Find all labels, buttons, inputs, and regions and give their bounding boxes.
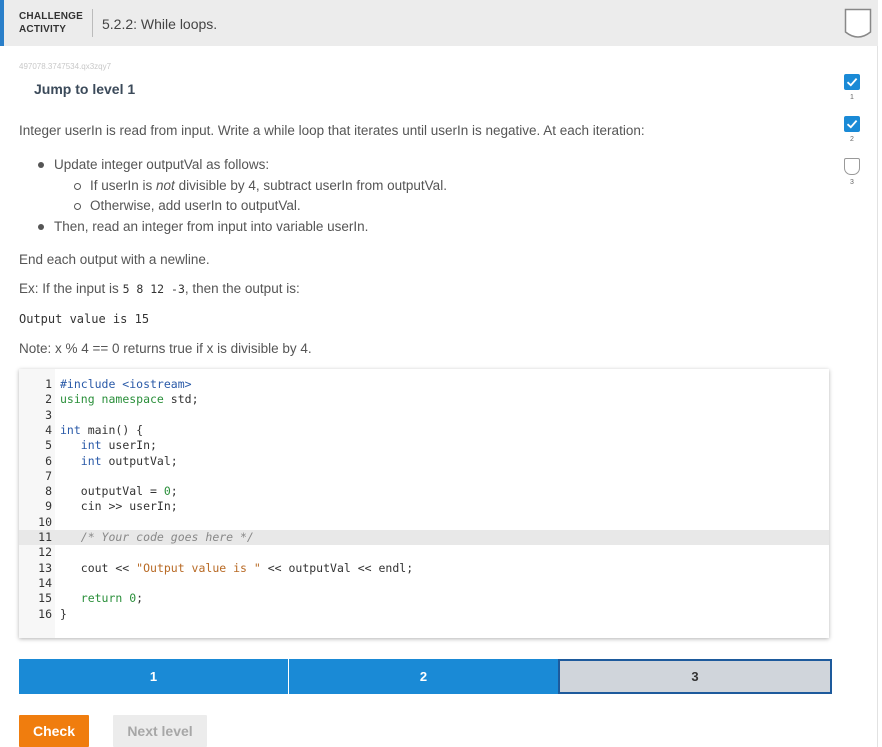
code-line: 9 cin >> userIn; (45, 499, 178, 514)
code-line: 3 (45, 407, 52, 422)
activity-title: 5.2.2: While loops. (102, 16, 218, 32)
sub-step-1-text: If userIn is (90, 177, 157, 193)
instruction-sublist: If userIn is not divisible by 4, subtrac… (54, 176, 447, 217)
code-line: 6 int outputVal; (45, 453, 178, 468)
sub-step-1-emphasis: not (156, 177, 175, 193)
expected-output: Output value is 15 (19, 312, 150, 326)
completion-badge-icon (844, 8, 872, 38)
next-level-button[interactable]: Next level (113, 715, 207, 747)
code-line: 2 using namespace std; (45, 392, 199, 407)
code-line: 12 (38, 545, 52, 560)
level-segment-3[interactable]: 3 (558, 659, 832, 694)
check-button[interactable]: Check (19, 715, 89, 747)
code-line: 16} (38, 606, 67, 621)
instructions-intro: Integer userIn is read from input. Write… (19, 123, 645, 138)
example-prefix: Ex: If the input is (19, 281, 123, 296)
check-icon (844, 74, 860, 90)
sub-step-2-text: Otherwise, add userIn to outputVal. (90, 198, 301, 213)
level-segment-1[interactable]: 1 (19, 659, 288, 694)
code-line-active[interactable]: 11 /* Your code goes here */ (19, 530, 829, 546)
code-line: 8 outputVal = 0; (45, 484, 178, 499)
code-line: 10 (38, 514, 52, 529)
level-number: 1 (850, 94, 854, 101)
incomplete-badge-icon (844, 158, 860, 175)
list-item: If userIn is not divisible by 4, subtrac… (72, 176, 447, 197)
modulo-note: Note: x % 4 == 0 returns true if x is di… (19, 341, 312, 356)
instruction-step-1: Update integer outputVal as follows: (54, 157, 270, 172)
example-text: Ex: If the input is 5 8 12 -3, then the … (19, 281, 300, 296)
example-input: 5 8 12 -3 (122, 282, 185, 296)
level-number: 3 (850, 179, 854, 186)
activity-code-id: 497078.3747534.qx3zqy7 (19, 62, 112, 71)
activity-header: CHALLENGE ACTIVITY 5.2.2: While loops. (0, 0, 878, 46)
level-segment-2[interactable]: 2 (289, 659, 558, 694)
code-line: 1 #include <iostream> (45, 377, 192, 391)
instruction-list: Update integer outputVal as follows: If … (36, 155, 447, 237)
code-line: 15 return 0; (38, 591, 144, 606)
code-line: 13 cout << "Output value is " << outputV… (38, 560, 414, 575)
list-item: Otherwise, add userIn to outputVal. (72, 196, 447, 217)
list-item: Update integer outputVal as follows: If … (36, 155, 447, 217)
code-line: 4 int main() { (45, 422, 144, 437)
header-divider (92, 9, 93, 37)
code-line: 5 int userIn; (45, 438, 157, 453)
example-suffix: , then the output is: (184, 281, 300, 296)
level-1-indicator[interactable]: 1 (842, 74, 862, 101)
code-editor[interactable]: 1 #include <iostream> 2 using namespace st… (19, 369, 829, 638)
code-line: 7 (45, 468, 52, 483)
check-icon (844, 116, 860, 132)
sub-step-1-text-end: divisible by 4, subtract userIn from out… (174, 177, 447, 193)
level-3-indicator[interactable]: 3 (842, 158, 862, 186)
end-each-note: End each output with a newline. (19, 252, 210, 267)
activity-kind: CHALLENGE ACTIVITY (19, 11, 84, 35)
level-number: 2 (850, 136, 854, 143)
code-line: 14 (38, 575, 52, 590)
level-2-indicator[interactable]: 2 (842, 116, 862, 143)
level-progress-bar: 1 2 3 (19, 659, 832, 694)
list-item: Then, read an integer from input into va… (36, 217, 447, 238)
instruction-step-2: Then, read an integer from input into va… (54, 218, 369, 234)
jump-to-level-link[interactable]: Jump to level 1 (34, 81, 135, 97)
